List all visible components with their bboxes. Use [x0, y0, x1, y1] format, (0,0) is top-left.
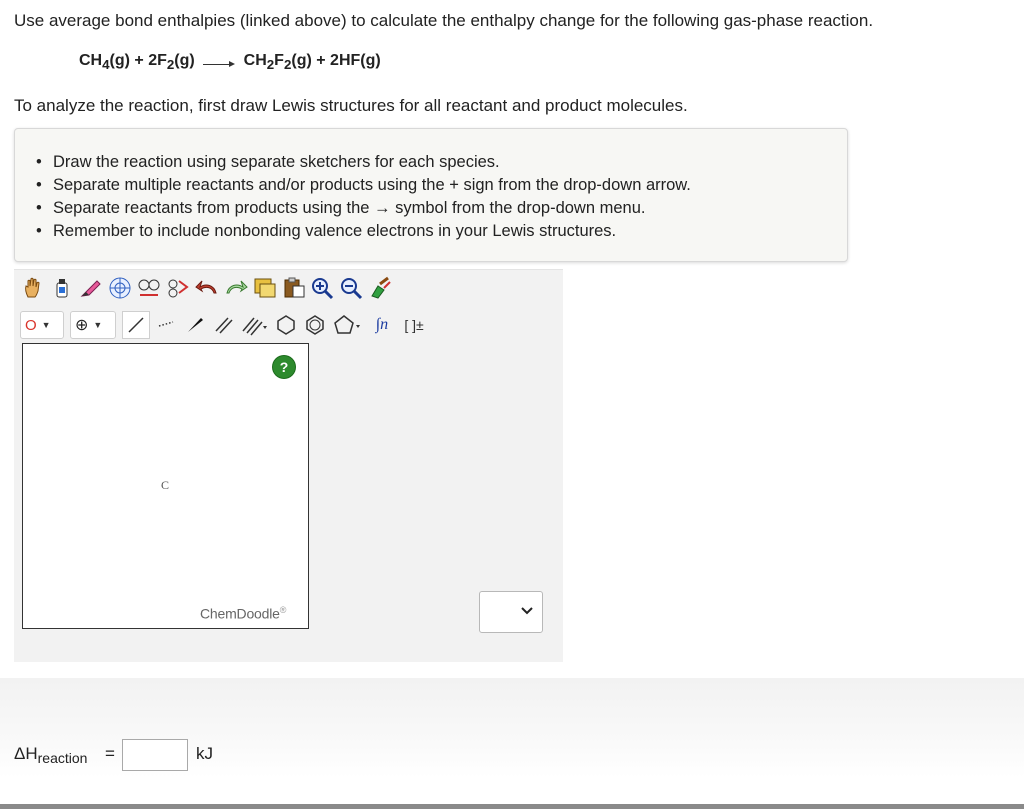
carbon-atom-label[interactable]: C — [161, 478, 169, 493]
sketcher-toolbar-top — [20, 275, 397, 301]
question-intro: Use average bond enthalpies (linked abov… — [14, 11, 874, 30]
hashed-bond-icon[interactable] — [153, 312, 179, 338]
cyclopropane-icon[interactable] — [273, 312, 299, 338]
sketcher-toolbar-bottom: O ▼ ⊕ ▼ ∫n [ ]± — [20, 310, 432, 340]
enthalpy-label: ΔHreaction — [14, 744, 88, 766]
caret-down-icon: ▼ — [41, 320, 51, 330]
redo-icon[interactable] — [223, 275, 249, 301]
reaction-equation: CH4(g) + 2F2(g) CH2F2(g) + 2HF(g) — [79, 52, 381, 73]
double-bond-icon[interactable] — [211, 312, 237, 338]
help-icon[interactable]: ? — [273, 356, 295, 378]
zoom-in-icon[interactable] — [310, 275, 336, 301]
sgroup-icon[interactable]: ∫n — [368, 312, 396, 338]
perspective-icon[interactable] — [165, 275, 191, 301]
sketcher-canvas[interactable]: ? C ChemDoodle® — [22, 343, 309, 629]
bottom-divider — [0, 804, 1024, 809]
instruction-item: Separate reactants from products using t… — [36, 197, 691, 220]
ring-flip-icon[interactable] — [136, 275, 162, 301]
undo-icon[interactable] — [194, 275, 220, 301]
wedge-bond-icon[interactable] — [182, 312, 208, 338]
lasso-icon[interactable] — [78, 275, 104, 301]
zoom-out-icon[interactable] — [339, 275, 365, 301]
charge-dropdown[interactable]: ⊕ ▼ — [70, 311, 116, 339]
analyze-prompt: To analyze the reaction, first draw Lewi… — [14, 96, 688, 115]
clean-icon[interactable] — [368, 275, 394, 301]
paste-icon[interactable] — [281, 275, 307, 301]
chemdoodle-watermark: ChemDoodle® — [200, 605, 287, 622]
caret-down-icon: ▼ — [93, 320, 103, 330]
instruction-item: Separate multiple reactants and/or produ… — [36, 174, 691, 197]
enthalpy-unit: kJ — [196, 744, 213, 763]
species-select[interactable] — [479, 591, 543, 633]
hand-icon[interactable] — [20, 275, 46, 301]
instructions-list: Draw the reaction using separate sketche… — [36, 151, 691, 243]
equals-sign: = — [105, 744, 115, 763]
triple-bond-icon[interactable] — [240, 312, 270, 338]
instruction-item: Remember to include nonbonding valence e… — [36, 220, 691, 243]
single-bond-icon[interactable] — [122, 311, 150, 339]
copy-icon[interactable] — [252, 275, 278, 301]
instruction-item: Draw the reaction using separate sketche… — [36, 151, 691, 174]
bracket-charge-icon[interactable]: [ ]± — [399, 312, 429, 338]
element-dropdown[interactable]: O ▼ — [20, 311, 64, 339]
pentagon-icon[interactable] — [331, 312, 365, 338]
benzene-icon[interactable] — [302, 312, 328, 338]
chevron-down-icon — [521, 607, 533, 615]
enthalpy-input[interactable] — [122, 739, 188, 771]
eraser-icon[interactable] — [49, 275, 75, 301]
center-icon[interactable] — [107, 275, 133, 301]
instructions-box: Draw the reaction using separate sketche… — [14, 128, 848, 262]
